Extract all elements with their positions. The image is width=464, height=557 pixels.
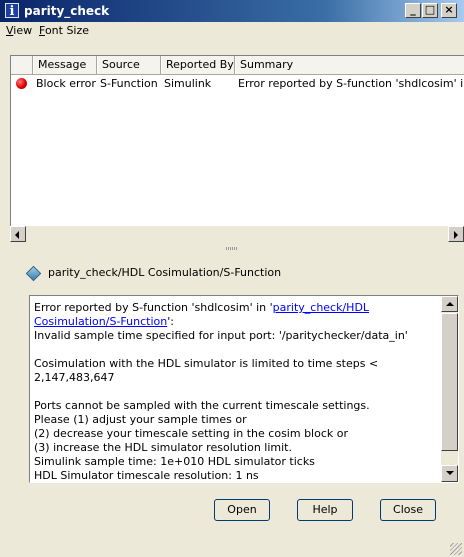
- arrow-up-icon: [446, 302, 454, 306]
- menu-font-size[interactable]: Font Size: [39, 24, 89, 38]
- help-button-label: Help: [312, 503, 338, 516]
- resize-grip[interactable]: [450, 543, 462, 555]
- open-button-label: Open: [227, 503, 257, 516]
- message-line-7: (3) increase the HDL simulator resolutio…: [34, 441, 292, 454]
- message-blank: [34, 385, 438, 399]
- menu-view[interactable]: View: [6, 24, 32, 38]
- column-header-icon[interactable]: [11, 56, 33, 74]
- message-line-6: (2) decrease your timescale setting in t…: [34, 427, 348, 440]
- message-table: Message Source Reported By Summary Block…: [10, 55, 464, 242]
- open-button[interactable]: Open: [214, 499, 270, 521]
- message-suffix: ':: [167, 315, 174, 328]
- table-horizontal-scrollbar[interactable]: [10, 226, 464, 242]
- close-button-label: Close: [393, 503, 423, 516]
- scroll-up-button[interactable]: [441, 296, 458, 312]
- minimize-button[interactable]: _: [405, 3, 421, 18]
- column-header-source[interactable]: Source: [97, 56, 161, 74]
- column-header-summary[interactable]: Summary: [235, 56, 464, 74]
- title-bar[interactable]: i parity_check _ □ ×: [0, 0, 464, 22]
- column-header-reported-by[interactable]: Reported By: [161, 56, 235, 74]
- message-line-2: Invalid sample time specified for input …: [34, 329, 408, 342]
- message-text: Error reported by S-function 'shdlcosim'…: [34, 301, 438, 482]
- block-path-label: parity_check/HDL Cosimulation/S-Function: [48, 266, 282, 279]
- cell-summary: Error reported by S-function 'shdlcosim'…: [238, 77, 464, 90]
- block-diamond-icon: [25, 265, 42, 282]
- message-details-box[interactable]: Error reported by S-function 'shdlcosim'…: [29, 295, 459, 483]
- table-row[interactable]: Block error S-Function Simulink Error re…: [11, 75, 464, 92]
- message-line-5: Please (1) adjust your sample times or: [34, 413, 247, 426]
- cell-reported-by: Simulink: [164, 77, 212, 90]
- scroll-down-button[interactable]: [441, 465, 458, 482]
- window-title: parity_check: [24, 4, 110, 18]
- message-prefix: Error reported by S-function 'shdlcosim'…: [34, 301, 273, 314]
- close-window-button[interactable]: ×: [441, 3, 457, 18]
- message-line-1: Error reported by S-function 'shdlcosim'…: [34, 301, 438, 329]
- help-button[interactable]: Help: [297, 499, 353, 521]
- info-icon: i: [5, 3, 19, 19]
- message-line-8: Simulink sample time: 1e+010 HDL simulat…: [34, 455, 315, 468]
- message-line-9: HDL Simulator timescale resolution: 1 ns: [34, 469, 259, 482]
- scroll-left-button[interactable]: [10, 226, 26, 242]
- close-button[interactable]: Close: [380, 499, 436, 521]
- table-header: Message Source Reported By Summary: [11, 56, 464, 75]
- maximize-button[interactable]: □: [422, 3, 438, 18]
- arrow-down-icon: [446, 471, 454, 475]
- menu-bar: View Font Size: [0, 22, 464, 40]
- arrow-left-icon: [15, 231, 19, 239]
- arrow-right-icon: [454, 231, 458, 239]
- message-vertical-scrollbar[interactable]: [441, 296, 458, 482]
- message-blank: [34, 343, 438, 357]
- pane-splitter-handle[interactable]: [226, 247, 238, 250]
- error-icon: [16, 78, 27, 89]
- diagnostic-viewer-window: i parity_check _ □ × View Font Size Mess…: [0, 0, 464, 557]
- cell-source: S-Function: [100, 77, 158, 90]
- scroll-thumb[interactable]: [441, 313, 458, 451]
- message-line-3: Cosimulation with the HDL simulator is l…: [34, 357, 379, 384]
- column-header-message[interactable]: Message: [33, 56, 97, 74]
- cell-message: Block error: [36, 77, 96, 90]
- message-line-4: Ports cannot be sampled with the current…: [34, 399, 370, 412]
- scroll-right-button[interactable]: [448, 226, 464, 242]
